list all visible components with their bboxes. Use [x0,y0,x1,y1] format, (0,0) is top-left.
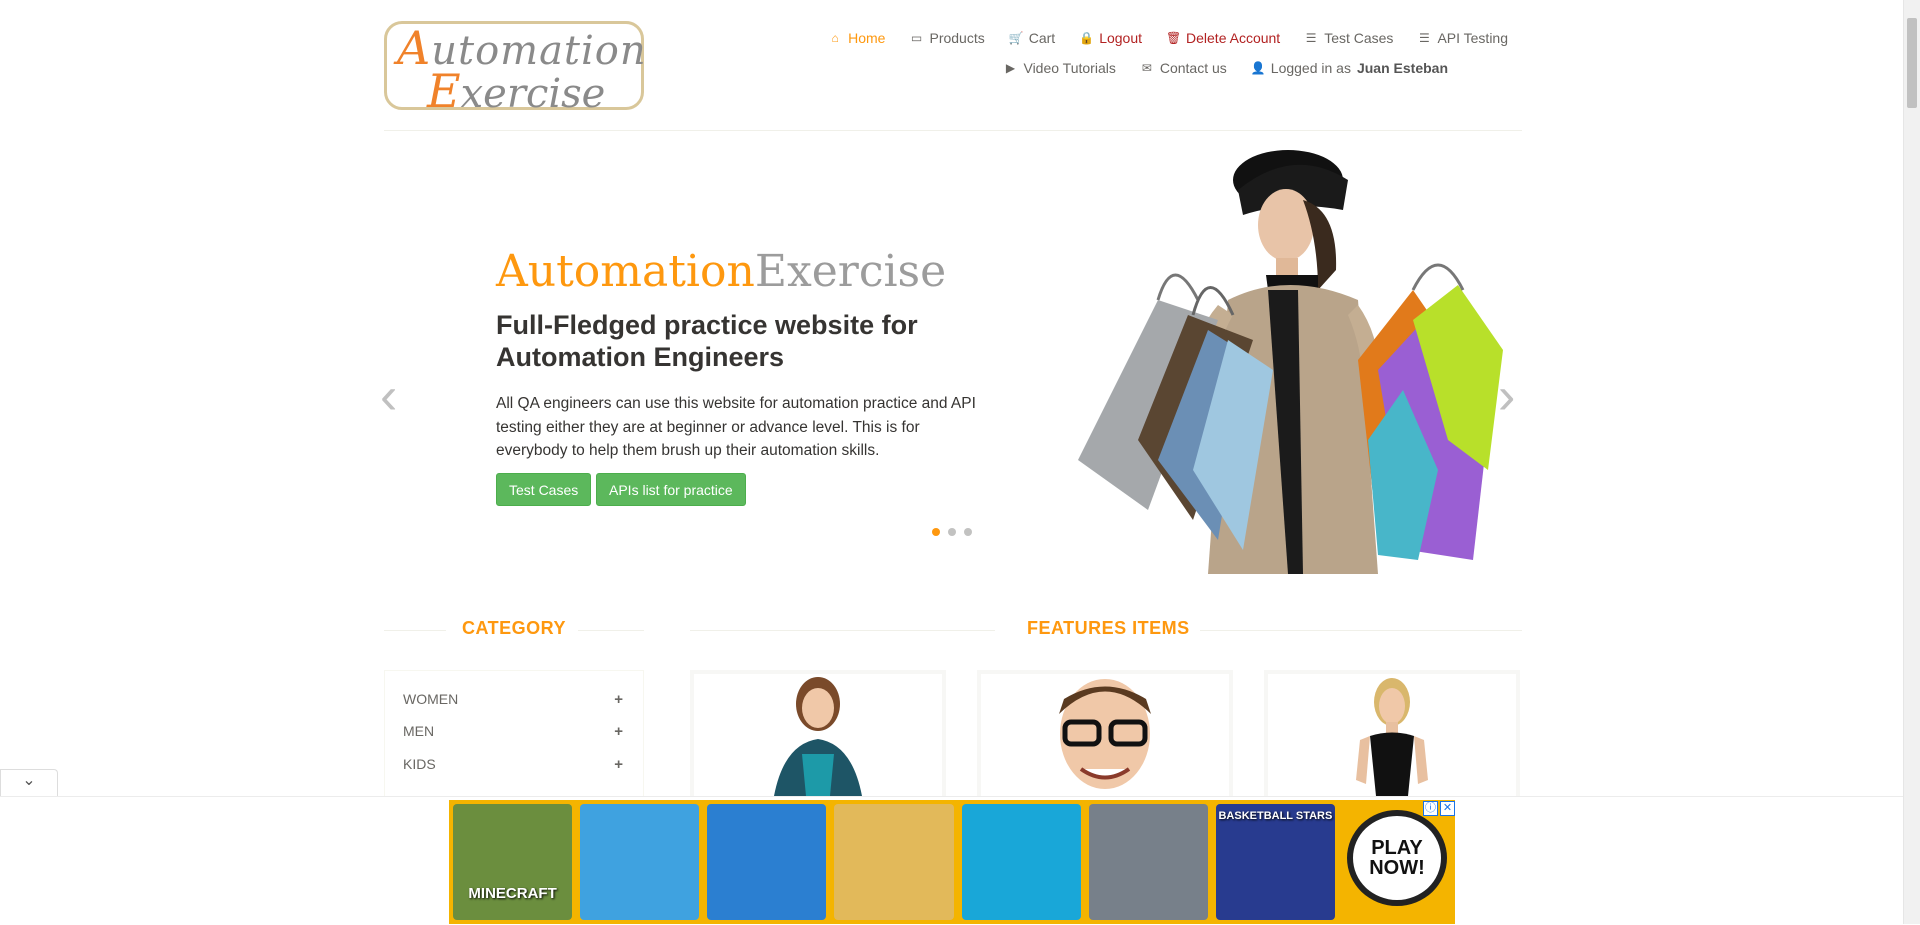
logged-in-prefix: Logged in as [1270,60,1351,76]
play-now-button[interactable]: PLAY NOW! [1346,810,1447,906]
hero-description: All QA engineers can use this website fo… [496,395,976,459]
site-logo[interactable]: Automation Exercise [384,21,647,114]
youtube-icon: ▶ [1005,61,1016,75]
category-kids-label: KIDS [403,756,436,772]
nav-contact-us[interactable]: ✉ Contact us [1128,58,1239,78]
nav-api-testing[interactable]: ☰ API Testing [1405,28,1520,48]
hero-title: Full-Fledged practice website for Automa… [496,310,918,372]
trash-icon: 🗑 [1166,31,1182,45]
product-image-1 [774,677,862,796]
nav-video-tutorials-label: Video Tutorials [1023,60,1116,76]
nav-cart[interactable]: 🛒 Cart [997,28,1067,48]
games-ad-banner[interactable]: MINECRAFT BASKETBALL STARS PLAY NOW! [449,800,1455,924]
ad-game-minecraft[interactable]: MINECRAFT [453,804,573,920]
nav-logged-in[interactable]: 👤 Logged in as Juan Esteban [1239,58,1460,78]
nav-cart-label: Cart [1028,30,1056,46]
scrollbar-thumb[interactable] [1907,18,1917,108]
logo-text-1: utomation [431,28,647,74]
ad-game-minecraft-label: MINECRAFT [468,885,557,902]
cart-icon: 🛒 [1008,31,1024,45]
product-card-3[interactable] [1264,670,1520,800]
nav-contact-us-label: Contact us [1159,60,1227,76]
product-image-3 [1356,678,1428,796]
nav-logout-label: Logout [1099,30,1143,46]
apis-list-button[interactable]: APIs list for practice [596,473,746,506]
category-rule-left [384,630,446,631]
list-icon: ☰ [1419,31,1430,45]
nav-row-1: ⌂ Home ▭ Products 🛒 Cart 🔒 Logout 🗑 Delete Ac… [760,28,1520,48]
logged-in-username: Juan Esteban [1356,60,1448,76]
nav-products-label: Products [929,30,985,46]
carousel-dot-1[interactable] [932,528,940,536]
nav-video-tutorials[interactable]: ▶ Video Tutorials [991,58,1127,78]
vertical-scrollbar[interactable] [1903,0,1920,924]
nav-delete-account[interactable]: 🗑 Delete Account [1154,28,1292,48]
category-heading: CATEGORY [462,618,567,638]
envelope-icon: ✉ [1141,61,1152,75]
ad-game-4[interactable] [834,804,954,920]
logo-text-2: xercise [460,71,606,117]
product-card-2[interactable] [977,670,1233,800]
ad-game-basketball[interactable]: BASKETBALL STARS [1215,804,1335,920]
ad-game-2[interactable] [580,804,700,920]
category-men[interactable]: MEN + [403,723,623,740]
nav-test-cases[interactable]: ☰ Test Cases [1292,28,1405,48]
features-rule-right [1200,630,1522,631]
nav-home-label: Home [848,30,886,46]
category-rule-right [578,630,644,631]
nav-delete-account-label: Delete Account [1186,30,1281,46]
category-men-label: MEN [403,723,435,739]
nav-home[interactable]: ⌂ Home [816,28,897,48]
carousel-prev-arrow[interactable]: ‹ [380,370,397,422]
category-women-label: WOMEN [403,691,459,707]
ad-close-icon[interactable]: ✕ [1440,801,1455,816]
test-cases-button[interactable]: Test Cases [496,473,592,506]
category-panel: WOMEN + MEN + KIDS + [384,670,644,800]
carousel-dot-3[interactable] [964,528,972,536]
product-card-1[interactable] [690,670,946,800]
ad-game-6[interactable] [1088,804,1208,920]
lock-icon: 🔒 [1079,31,1095,45]
ad-info-icon[interactable]: ⓘ [1423,801,1438,816]
carousel-indicators [932,528,972,536]
hero-brand-automation: Automation [496,246,755,297]
plus-icon[interactable]: + [614,691,623,708]
home-icon: ⌂ [831,31,839,45]
plus-icon[interactable]: + [614,723,623,740]
logo-line-2: Exercise [397,68,641,117]
ad-collapse-toggle[interactable]: ⌄ [0,769,58,796]
nav-logout[interactable]: 🔒 Logout [1067,28,1154,48]
ad-game-3[interactable] [707,804,827,920]
features-heading: FEATURES ITEMS [1027,618,1190,638]
hero-brand-exercise: Exercise [754,246,947,297]
hero-brand: AutomationExercise [496,246,946,297]
hero-shopping-girl-image [1078,150,1503,574]
logo-cap-e: E [427,64,461,118]
nav-products[interactable]: ▭ Products [897,28,996,48]
ad-badges: ⓘ ✕ [1423,801,1455,816]
plus-icon[interactable]: + [614,756,623,773]
main-nav: ⌂ Home ▭ Products 🛒 Cart 🔒 Logout 🗑 Delete Ac… [760,28,1520,78]
nav-test-cases-label: Test Cases [1324,30,1394,46]
ad-game-5[interactable] [961,804,1081,920]
category-women[interactable]: WOMEN + [403,691,623,708]
features-rule-left [690,630,995,631]
briefcase-icon: ▭ [910,31,923,45]
category-kids[interactable]: KIDS + [403,756,623,773]
ad-game-basketball-label: BASKETBALL STARS [1218,810,1333,822]
user-icon: 👤 [1250,61,1266,75]
header-divider [384,130,1522,131]
product-image-2 [1059,679,1151,789]
nav-api-testing-label: API Testing [1437,30,1508,46]
nav-row-2: ▶ Video Tutorials ✉ Contact us 👤 Logged in … [760,58,1520,78]
carousel-dot-2[interactable] [948,528,956,536]
list-icon: ☰ [1305,31,1317,45]
